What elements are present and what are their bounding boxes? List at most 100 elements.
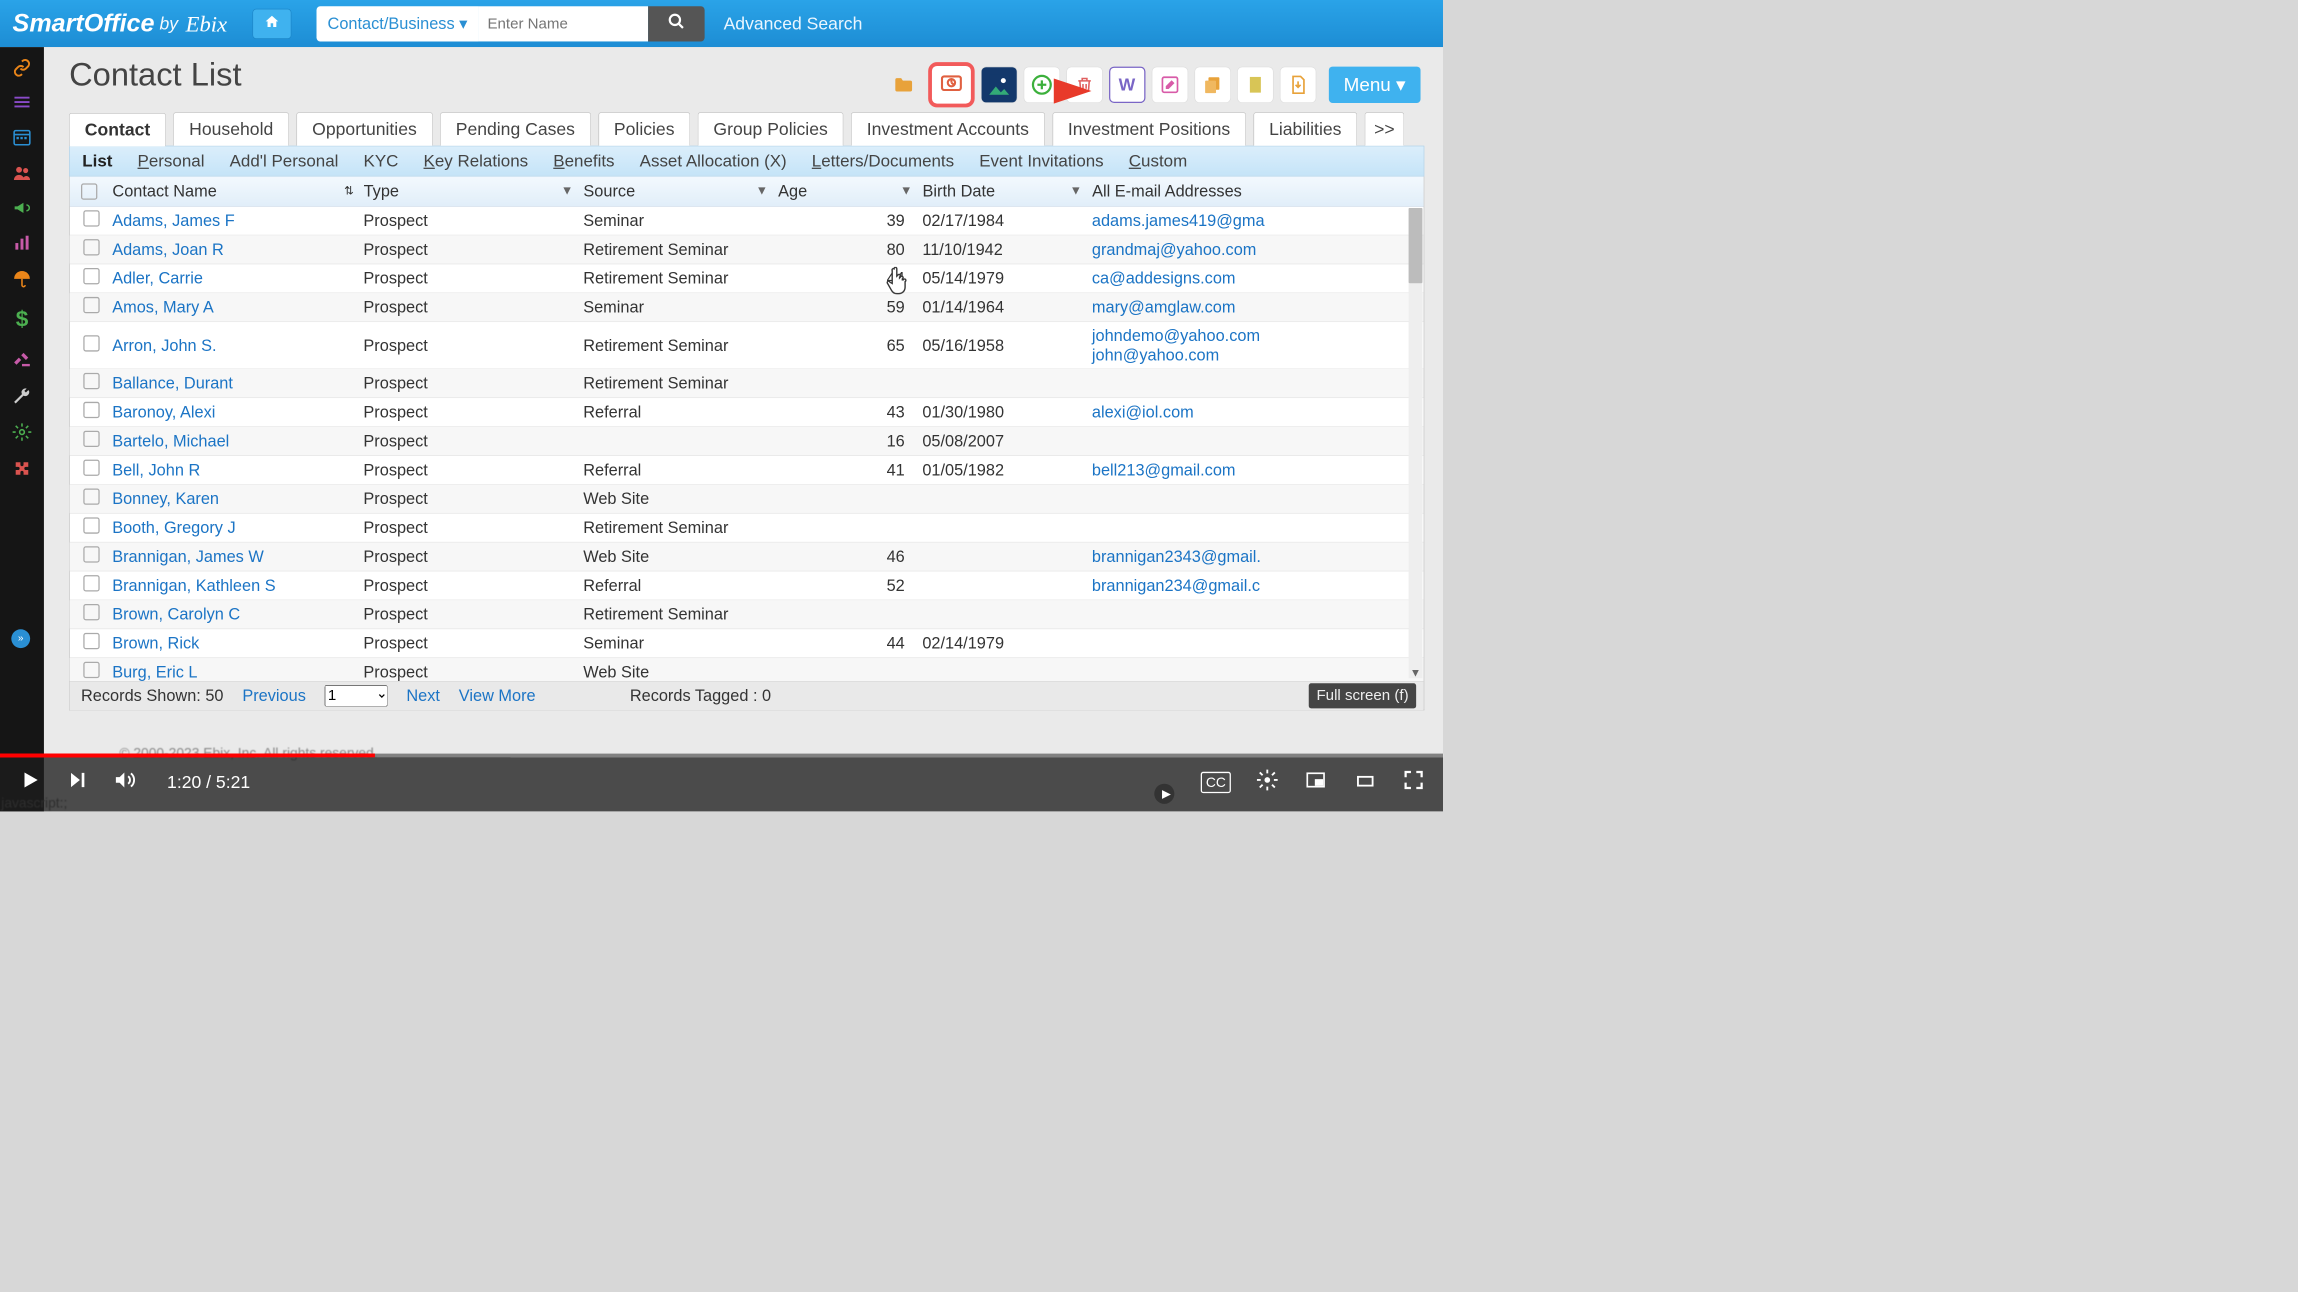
view-more-link[interactable]: View More: [459, 686, 536, 705]
email-link[interactable]: bell213@gmail.com: [1092, 460, 1419, 479]
search-input[interactable]: [479, 6, 649, 41]
theater-button[interactable]: [1353, 769, 1378, 795]
cc-button[interactable]: CC: [1201, 772, 1231, 793]
contact-name-link[interactable]: Arron, John S.: [107, 332, 358, 359]
col-type[interactable]: Type▼: [359, 181, 579, 200]
tab-opportunities[interactable]: Opportunities: [296, 112, 432, 145]
email-link[interactable]: ca@addesigns.com: [1092, 269, 1419, 288]
page-select[interactable]: 1: [325, 685, 388, 706]
tab-group-policies[interactable]: Group Policies: [698, 112, 844, 145]
tool-folder[interactable]: [885, 67, 921, 103]
row-checkbox[interactable]: [76, 427, 107, 455]
puzzle-icon[interactable]: [13, 459, 32, 478]
tab-investment-accounts[interactable]: Investment Accounts: [851, 112, 1045, 145]
select-all-checkbox[interactable]: [76, 183, 107, 199]
settings-button[interactable]: [1256, 768, 1279, 796]
row-checkbox[interactable]: [76, 629, 107, 657]
home-button[interactable]: [252, 8, 291, 38]
table-row[interactable]: Adams, James FProspectSeminar3902/17/198…: [70, 207, 1424, 236]
tab--[interactable]: >>: [1365, 112, 1404, 145]
volume-button[interactable]: [113, 768, 136, 796]
chart-icon[interactable]: [13, 234, 32, 252]
contact-name-link[interactable]: Baronoy, Alexi: [107, 399, 358, 426]
tool-delete[interactable]: [1066, 67, 1102, 103]
email-link[interactable]: johndemo@yahoo.com: [1092, 326, 1419, 345]
table-row[interactable]: Bell, John RProspectReferral4101/05/1982…: [70, 456, 1424, 485]
table-row[interactable]: Bonney, KarenProspectWeb Site: [70, 485, 1424, 514]
menu-button[interactable]: Menu ▾: [1329, 67, 1421, 103]
fullscreen-button[interactable]: [1403, 769, 1424, 796]
row-checkbox[interactable]: [76, 398, 107, 426]
table-row[interactable]: Amos, Mary AProspectSeminar5901/14/1964m…: [70, 293, 1424, 322]
tool-image[interactable]: [981, 67, 1017, 103]
row-checkbox[interactable]: [76, 543, 107, 571]
tool-export[interactable]: [1280, 67, 1316, 103]
umbrella-icon[interactable]: [13, 269, 32, 288]
table-row[interactable]: Brown, RickProspectSeminar4402/14/1979: [70, 629, 1424, 658]
email-link[interactable]: adams.james419@gma: [1092, 211, 1419, 230]
subtab-personal[interactable]: Personal: [138, 151, 205, 170]
table-row[interactable]: Brannigan, Kathleen SProspectReferral52b…: [70, 571, 1424, 600]
filter-icon[interactable]: ▼: [1070, 184, 1082, 198]
tool-note[interactable]: [1237, 67, 1273, 103]
subtab-key-relations[interactable]: Key Relations: [424, 151, 529, 170]
search-button[interactable]: [648, 6, 705, 41]
filter-icon[interactable]: ▼: [561, 184, 573, 198]
contact-name-link[interactable]: Brown, Rick: [107, 630, 358, 657]
subtab-asset-allocation-x-[interactable]: Asset Allocation (X): [640, 151, 787, 170]
contact-name-link[interactable]: Adams, Joan R: [107, 236, 358, 263]
col-birth-date[interactable]: Birth Date▼: [918, 181, 1088, 200]
next-link[interactable]: Next: [406, 686, 440, 705]
email-link[interactable]: grandmaj@yahoo.com: [1092, 240, 1419, 259]
contact-name-link[interactable]: Ballance, Durant: [107, 370, 358, 397]
row-checkbox[interactable]: [76, 514, 107, 542]
menu-icon[interactable]: [13, 95, 32, 110]
wrench-icon[interactable]: [13, 386, 32, 405]
tab-liabilities[interactable]: Liabilities: [1253, 112, 1357, 145]
email-link[interactable]: mary@amglaw.com: [1092, 298, 1419, 317]
users-icon[interactable]: [12, 164, 32, 182]
miniplayer-button[interactable]: [1304, 769, 1328, 795]
contact-name-link[interactable]: Bartelo, Michael: [107, 428, 358, 455]
row-checkbox[interactable]: [76, 485, 107, 513]
tool-add[interactable]: [1023, 67, 1059, 103]
tool-edit[interactable]: [1151, 67, 1187, 103]
sidebar-expand-button[interactable]: »: [11, 629, 30, 648]
table-row[interactable]: Arron, John S.ProspectRetirement Seminar…: [70, 322, 1424, 369]
next-button[interactable]: [67, 769, 88, 796]
previous-link[interactable]: Previous: [242, 686, 306, 705]
contact-name-link[interactable]: Adler, Carrie: [107, 265, 358, 292]
table-row[interactable]: Baronoy, AlexiProspectReferral4301/30/19…: [70, 398, 1424, 427]
filter-icon[interactable]: ▼: [900, 184, 912, 198]
contact-name-link[interactable]: Brown, Carolyn C: [107, 601, 358, 628]
email-link[interactable]: brannigan2343@gmail.: [1092, 547, 1419, 566]
row-checkbox[interactable]: [76, 236, 107, 264]
gavel-icon[interactable]: [13, 350, 32, 369]
play-button[interactable]: [19, 768, 42, 796]
search-category-select[interactable]: Contact/Business ▾: [316, 6, 478, 41]
link-icon[interactable]: [13, 58, 32, 77]
col-age[interactable]: Age▼: [773, 181, 917, 200]
subtab-kyc[interactable]: KYC: [364, 151, 399, 170]
row-checkbox[interactable]: [76, 369, 107, 397]
table-row[interactable]: Brannigan, James WProspectWeb Site46bran…: [70, 543, 1424, 572]
table-row[interactable]: Adams, Joan RProspectRetirement Seminar8…: [70, 236, 1424, 265]
table-row[interactable]: Adler, CarrieProspectRetirement Seminar4…: [70, 264, 1424, 293]
gear-icon[interactable]: [13, 423, 32, 442]
subtab-add-l-personal[interactable]: Add'l Personal: [230, 151, 339, 170]
tool-word[interactable]: W: [1109, 67, 1145, 103]
row-checkbox[interactable]: [76, 293, 107, 321]
advanced-search-link[interactable]: Advanced Search: [724, 14, 863, 34]
filter-icon[interactable]: ▼: [756, 184, 768, 198]
table-row[interactable]: Bartelo, MichaelProspect1605/08/2007: [70, 427, 1424, 456]
contact-name-link[interactable]: Bonney, Karen: [107, 485, 358, 512]
tab-investment-positions[interactable]: Investment Positions: [1052, 112, 1246, 145]
subtab-letters-documents[interactable]: Letters/Documents: [812, 151, 954, 170]
calendar-icon[interactable]: [13, 127, 32, 146]
table-row[interactable]: Ballance, DurantProspectRetirement Semin…: [70, 369, 1424, 398]
contact-name-link[interactable]: Brannigan, James W: [107, 543, 358, 570]
row-checkbox[interactable]: [76, 571, 107, 599]
row-checkbox[interactable]: [76, 456, 107, 484]
row-checkbox[interactable]: [76, 331, 107, 359]
col-source[interactable]: Source▼: [578, 181, 773, 200]
